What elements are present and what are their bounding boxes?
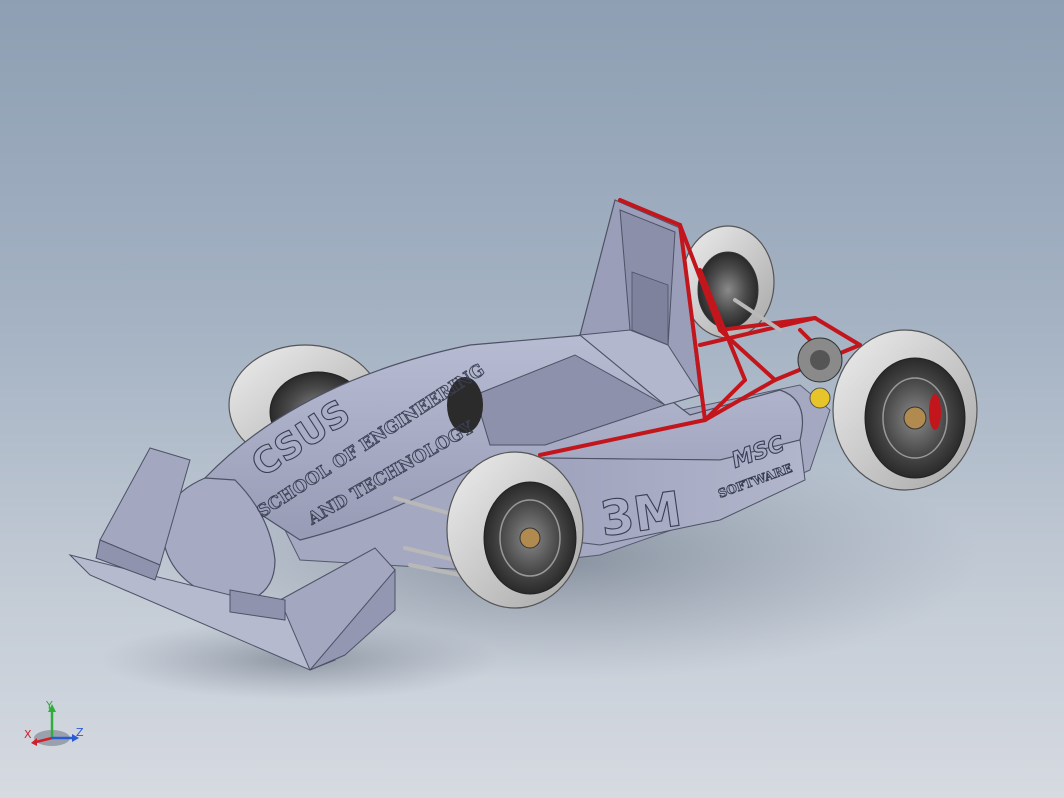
- triad-y-label: Y: [45, 700, 53, 712]
- triad-x-label: X: [24, 728, 32, 741]
- wheel-front-right[interactable]: [446, 451, 584, 609]
- wheel-rear-left[interactable]: [681, 225, 775, 339]
- race-car-model[interactable]: CSUS SCHOOL OF ENGINEERING AND TECHNOLOG…: [0, 0, 1064, 798]
- reference-triad: Y X Z: [24, 700, 84, 746]
- triad-z-label: Z: [76, 726, 84, 739]
- decal-3m: 3M: [597, 481, 685, 548]
- wheel-rear-right[interactable]: [832, 329, 978, 491]
- cad-graphics-area[interactable]: CSUS SCHOOL OF ENGINEERING AND TECHNOLOG…: [0, 0, 1064, 798]
